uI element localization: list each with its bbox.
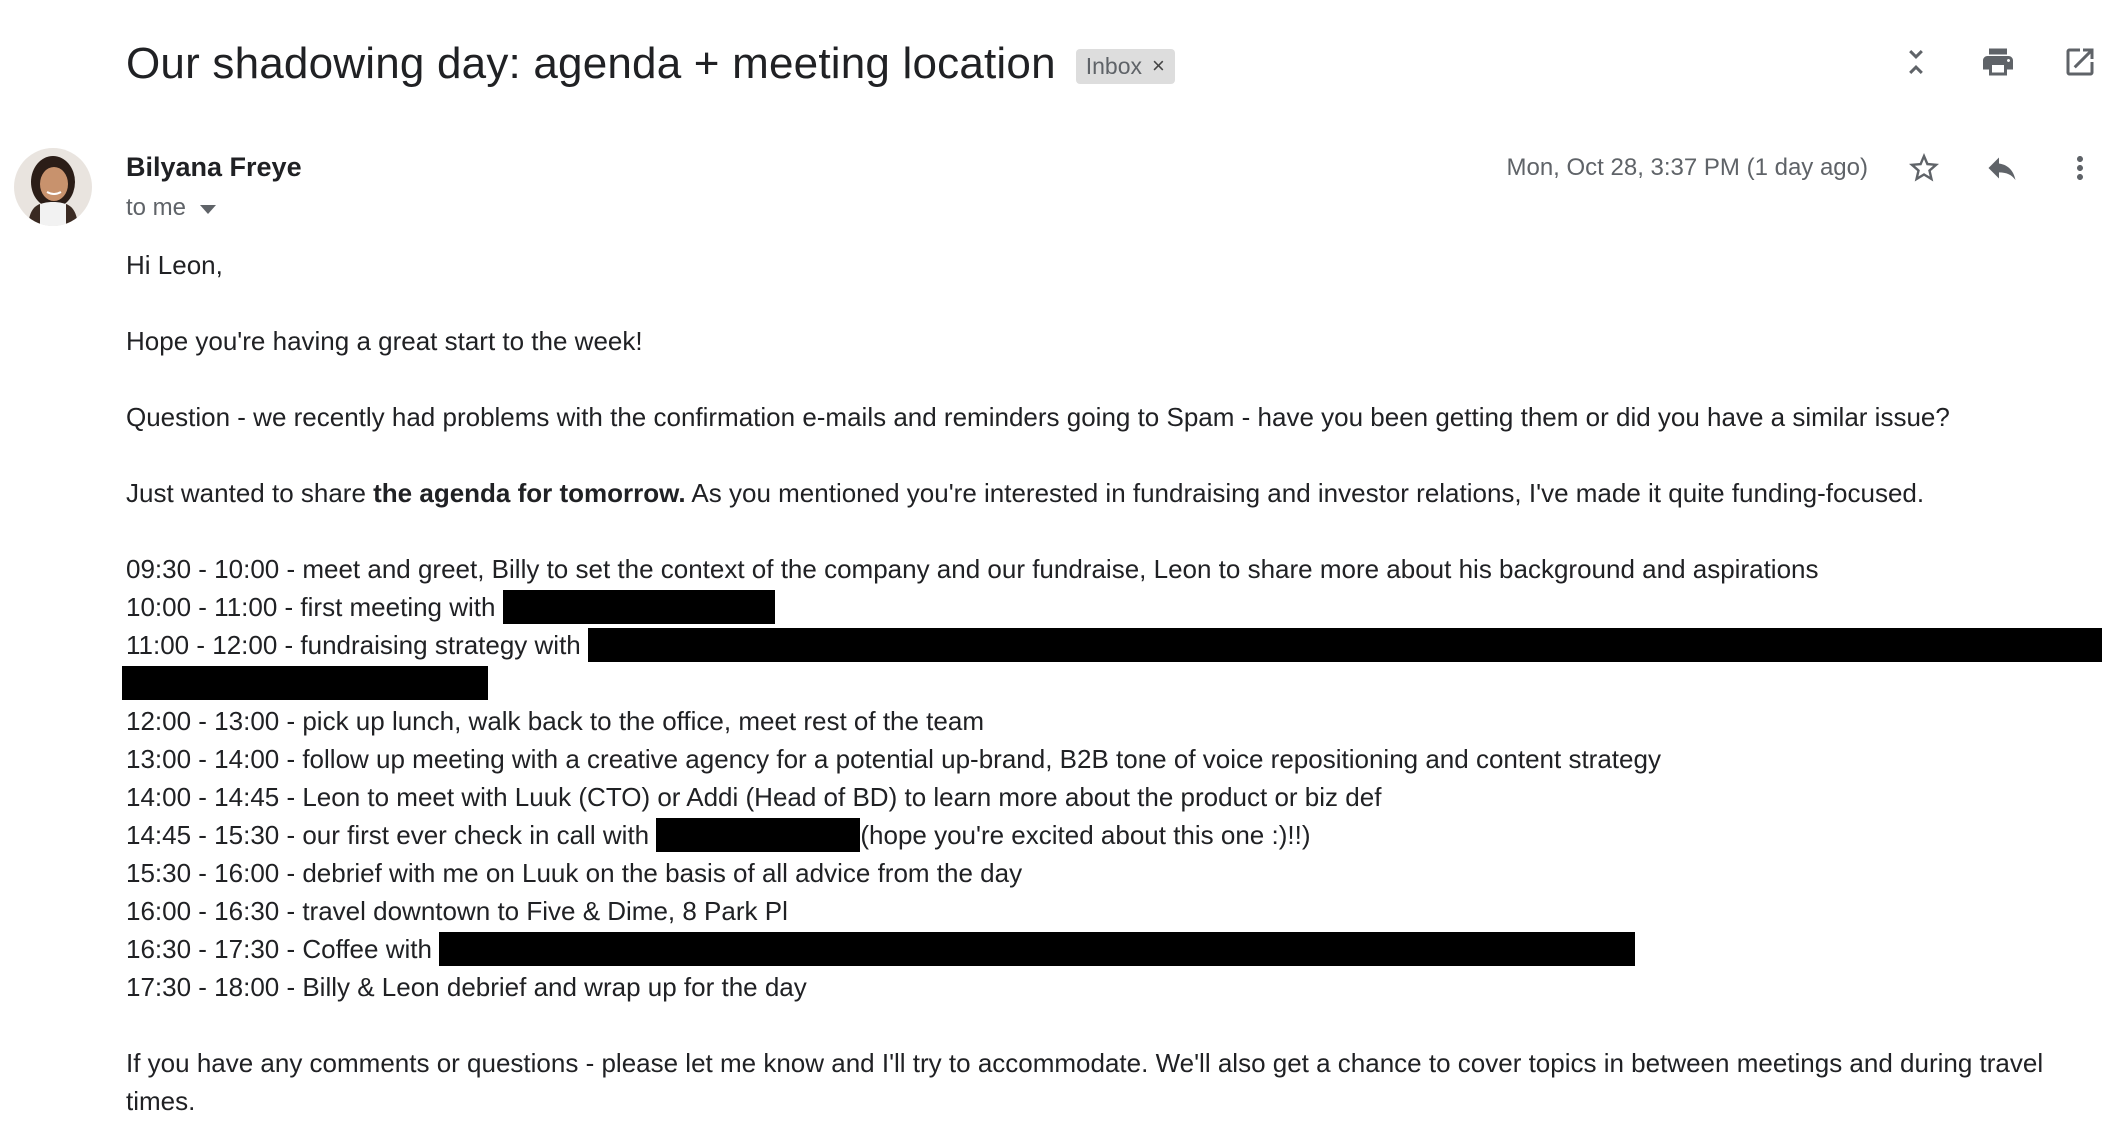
- reply-icon[interactable]: [1980, 146, 2024, 190]
- agenda-item: 12:00 - 13:00 - pick up lunch, walk back…: [126, 706, 984, 736]
- email-subject: Our shadowing day: agenda + meeting loca…: [126, 39, 1056, 88]
- p3-post: As you mentioned you're interested in fu…: [685, 478, 1925, 508]
- agenda-item: 16:00 - 16:30 - travel downtown to Five …: [126, 896, 788, 926]
- agenda-item: 10:00 - 11:00 - first meeting with: [126, 588, 2106, 626]
- more-vert-icon[interactable]: [2058, 146, 2102, 190]
- agenda-item: 09:30 - 10:00 - meet and greet, Billy to…: [126, 554, 1819, 584]
- body-paragraph-1: Hope you're having a great start to the …: [126, 326, 643, 356]
- print-icon[interactable]: [1976, 40, 2020, 84]
- collapse-all-icon[interactable]: [1894, 40, 1938, 84]
- agenda-item-redacted-continuation: [122, 664, 2106, 702]
- agenda-item: 11:00 - 12:00 - fundraising strategy wit…: [126, 626, 2106, 664]
- message-date: Mon, Oct 28, 3:37 PM (1 day ago): [1506, 154, 1868, 181]
- agenda-item: 13:00 - 14:00 - follow up meeting with a…: [126, 744, 1661, 774]
- message-body: Hi Leon, Hope you're having a great star…: [122, 246, 2106, 1126]
- subject-row: Our shadowing day: agenda + meeting loca…: [126, 36, 1175, 92]
- recipients-text: to me: [126, 194, 187, 221]
- agenda-item-text: 16:30 - 17:30 - Coffee with: [126, 934, 440, 964]
- agenda-item: 17:30 - 18:00 - Billy & Leon debrief and…: [126, 972, 807, 1002]
- redaction-bar: [588, 628, 2102, 663]
- label-chip-text: Inbox: [1085, 52, 1143, 79]
- chevron-down-icon[interactable]: [200, 204, 217, 214]
- redaction-bar: [656, 818, 861, 853]
- agenda-list: 09:30 - 10:00 - meet and greet, Billy to…: [122, 550, 2106, 1006]
- inbox-label-chip[interactable]: Inbox ×: [1075, 48, 1175, 84]
- p3-bold: the agenda for tomorrow.: [373, 478, 686, 508]
- agenda-item-text: 11:00 - 12:00 - fundraising strategy wit…: [126, 630, 588, 660]
- body-paragraph-2: Question - we recently had problems with…: [126, 402, 1950, 432]
- closing-paragraph: If you have any comments or questions - …: [126, 1048, 2044, 1116]
- sender-name[interactable]: Bilyana Freye: [126, 152, 302, 183]
- agenda-item-suffix: (hope you're excited about this one :)!!…: [860, 820, 1311, 850]
- agenda-item-text: 14:45 - 15:30 - our first ever check in …: [126, 820, 657, 850]
- message-meta: Mon, Oct 28, 3:37 PM (1 day ago): [1506, 146, 2102, 190]
- body-paragraph-3: Just wanted to share the agenda for tomo…: [126, 474, 2106, 512]
- redaction-bar: [439, 932, 1636, 967]
- agenda-item-text: 10:00 - 11:00 - first meeting with: [126, 592, 503, 622]
- sender-avatar[interactable]: [14, 148, 92, 226]
- agenda-item: 16:30 - 17:30 - Coffee with: [126, 930, 2106, 968]
- greeting: Hi Leon,: [126, 250, 223, 280]
- redaction-bar: [122, 666, 488, 700]
- agenda-item: 14:45 - 15:30 - our first ever check in …: [126, 816, 2106, 854]
- recipients-toggle[interactable]: to me: [126, 194, 217, 222]
- open-in-new-window-icon[interactable]: [2058, 40, 2102, 84]
- agenda-item: 14:00 - 14:45 - Leon to meet with Luuk (…: [126, 782, 1382, 812]
- thread-actions: [1894, 40, 2102, 84]
- agenda-item: 15:30 - 16:00 - debrief with me on Luuk …: [126, 858, 1023, 888]
- remove-label-icon[interactable]: ×: [1152, 55, 1165, 77]
- p3-pre: Just wanted to share: [126, 478, 374, 508]
- star-icon[interactable]: [1902, 146, 1946, 190]
- redaction-bar: [502, 590, 775, 625]
